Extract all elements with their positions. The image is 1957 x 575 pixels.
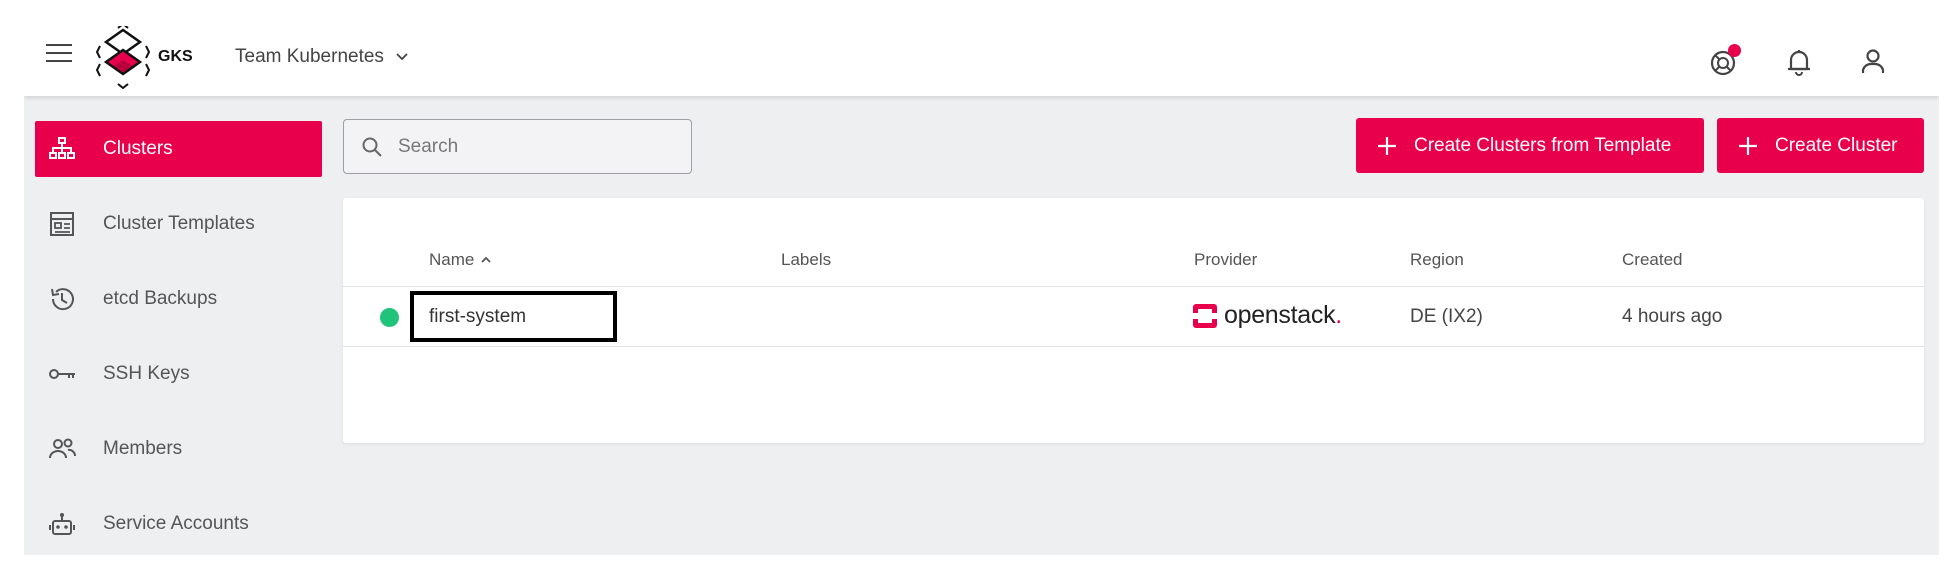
create-clusters-from-template-button[interactable]: Create Clusters from Template — [1356, 118, 1704, 173]
column-header-region: Region — [1410, 250, 1464, 269]
column-header-provider: Provider — [1194, 250, 1258, 269]
column-header-label: Name — [429, 250, 475, 269]
search-box — [343, 119, 692, 174]
sidebar-item-label: Members — [103, 438, 183, 459]
sidebar-item-etcd-backups[interactable]: etcd Backups — [35, 271, 322, 327]
provider-name: openstack. — [1224, 301, 1342, 329]
top-header: GKS Team Kubernetes — [24, 0, 1939, 96]
sidebar-item-cluster-templates[interactable]: Cluster Templates — [35, 196, 322, 252]
bell-icon — [1788, 50, 1810, 76]
template-icon — [47, 209, 77, 239]
key-icon — [47, 359, 77, 389]
sidebar-item-clusters[interactable]: Clusters — [35, 121, 322, 177]
sidebar-item-label: Service Accounts — [103, 513, 249, 534]
help-button[interactable] — [1708, 44, 1742, 78]
status-running-icon — [380, 308, 399, 327]
brand-name: GKS — [158, 48, 193, 65]
sidebar-item-service-accounts[interactable]: Service Accounts — [35, 496, 322, 552]
account-button[interactable] — [1856, 44, 1890, 78]
column-header-created: Created — [1622, 250, 1683, 269]
sitemap-icon — [47, 134, 77, 164]
clusters-table: Name Labels Provider Region Created firs… — [343, 198, 1924, 443]
chevron-down-icon — [396, 53, 408, 61]
app-shell: GKS Team Kubernetes Clusters Cluster Tem… — [24, 0, 1939, 555]
column-header-name[interactable]: Name — [429, 250, 492, 270]
plus-icon — [1378, 136, 1396, 155]
project-selector[interactable]: Team Kubernetes — [235, 46, 410, 68]
cluster-name-link[interactable]: first-system — [410, 291, 617, 342]
column-header-labels: Labels — [781, 250, 832, 269]
sidebar-item-label: etcd Backups — [103, 288, 218, 309]
notifications-button[interactable] — [1782, 44, 1816, 78]
cluster-name: first-system — [429, 305, 527, 327]
sidebar-item-label: Clusters — [103, 138, 173, 159]
sidebar-item-label: Cluster Templates — [103, 213, 255, 234]
robot-icon — [47, 509, 77, 539]
gks-logo-icon — [95, 26, 151, 90]
sort-ascending-icon — [481, 256, 491, 263]
cluster-created: 4 hours ago — [1622, 306, 1723, 327]
members-icon — [47, 434, 77, 464]
sidebar-nav: Clusters Cluster Templates etcd Backups … — [24, 96, 354, 555]
user-icon — [1861, 49, 1885, 73]
hamburger-menu-icon[interactable] — [46, 44, 74, 72]
button-label: Create Cluster — [1775, 134, 1898, 156]
create-cluster-button[interactable]: Create Cluster — [1717, 118, 1924, 173]
notification-dot — [1728, 44, 1741, 57]
sidebar-item-ssh-keys[interactable]: SSH Keys — [35, 346, 322, 402]
cluster-region: DE (IX2) — [1410, 306, 1483, 327]
plus-icon — [1739, 136, 1757, 155]
openstack-logo-icon — [1193, 303, 1217, 328]
search-input[interactable] — [398, 135, 678, 158]
project-name: Team Kubernetes — [235, 46, 384, 67]
table-row[interactable]: first-system openstack. DE (IX2) 4 hours… — [343, 286, 1924, 347]
button-label: Create Clusters from Template — [1414, 134, 1672, 156]
provider-logo: openstack. — [1192, 301, 1342, 330]
sidebar-item-members[interactable]: Members — [35, 421, 322, 477]
sidebar-item-label: SSH Keys — [103, 363, 190, 384]
history-icon — [47, 284, 77, 314]
search-icon — [362, 137, 382, 157]
